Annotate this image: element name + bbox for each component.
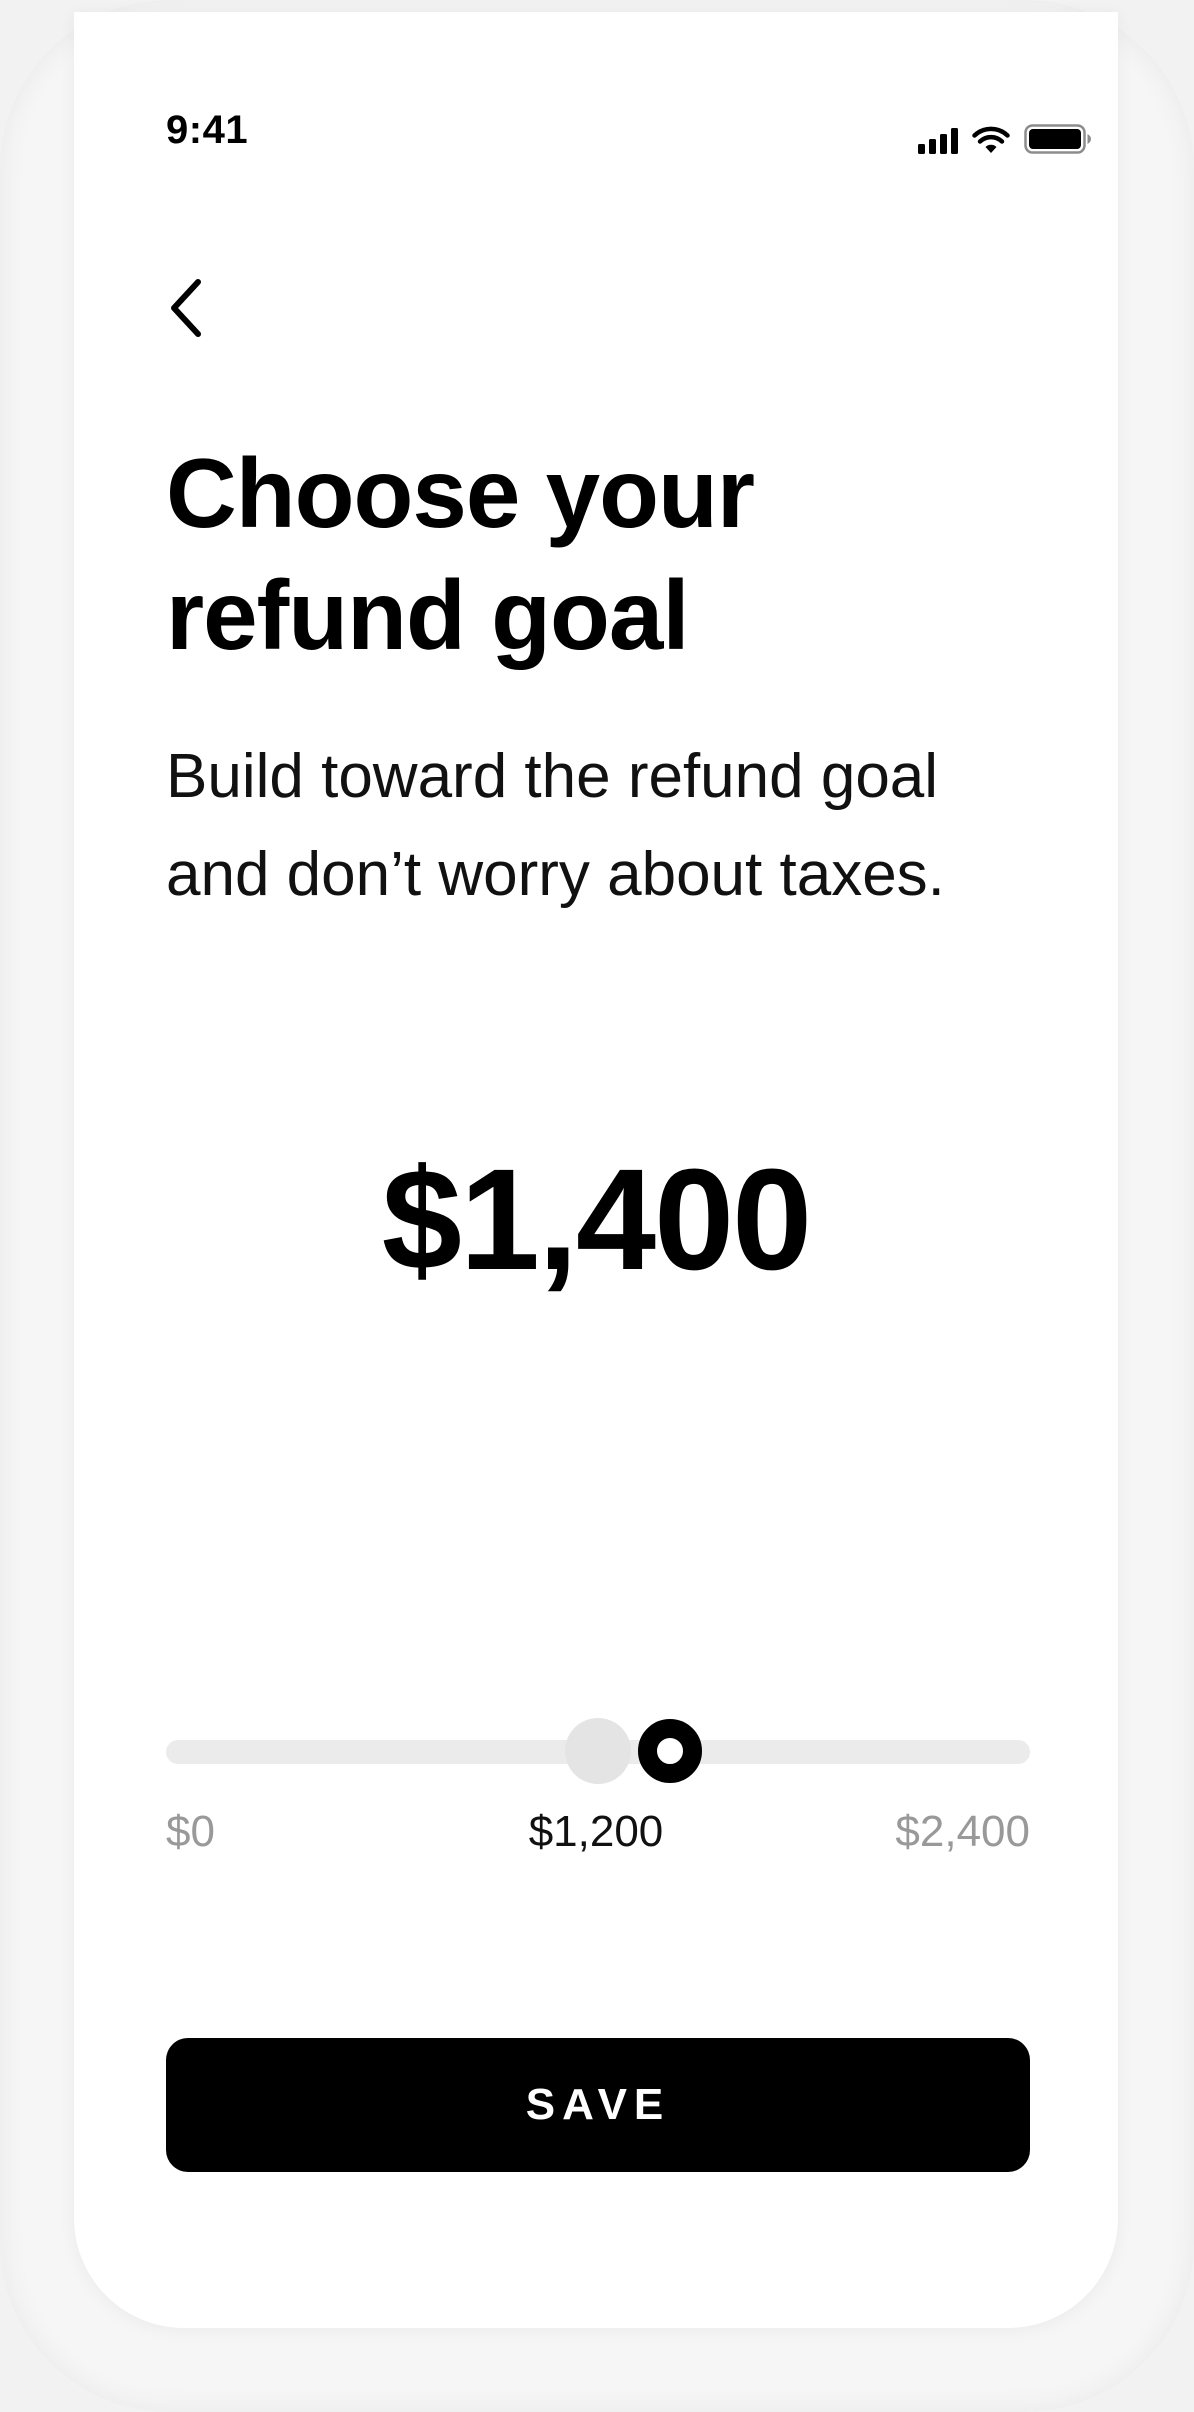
chevron-left-icon [171, 279, 201, 337]
page-subtitle-line-2: and don’t worry about taxes. [166, 840, 945, 909]
save-button[interactable]: SAVE [166, 2038, 1030, 2172]
goal-amount: $1,400 [381, 1139, 812, 1300]
status-time: 9:41 [166, 108, 249, 152]
refund-goal-slider[interactable] [166, 1712, 1030, 1792]
back-button[interactable] [166, 268, 226, 348]
page-subtitle-line-1: Build toward the refund goal [166, 742, 939, 811]
status-icons [918, 124, 1092, 154]
page-subtitle: Build toward the refund goal and don’t w… [166, 728, 1066, 924]
battery-icon [1024, 124, 1091, 154]
app-screen: 9:41 Choose your refund goal Build towar… [74, 12, 1118, 2328]
page-title-line-1: Choose your [166, 438, 755, 548]
slider-max-label: $2,400 [895, 1807, 1030, 1856]
slider-recommended-marker [565, 1718, 631, 1784]
cellular-signal-icon [918, 128, 958, 154]
slider-thumb[interactable] [638, 1719, 702, 1783]
device-frame: 9:41 Choose your refund goal Build towar… [0, 0, 1194, 2412]
wifi-icon [972, 126, 1010, 153]
page-title: Choose your refund goal [166, 432, 1026, 676]
status-bar: 9:41 [74, 12, 1118, 154]
page-title-line-2: refund goal [166, 560, 690, 670]
